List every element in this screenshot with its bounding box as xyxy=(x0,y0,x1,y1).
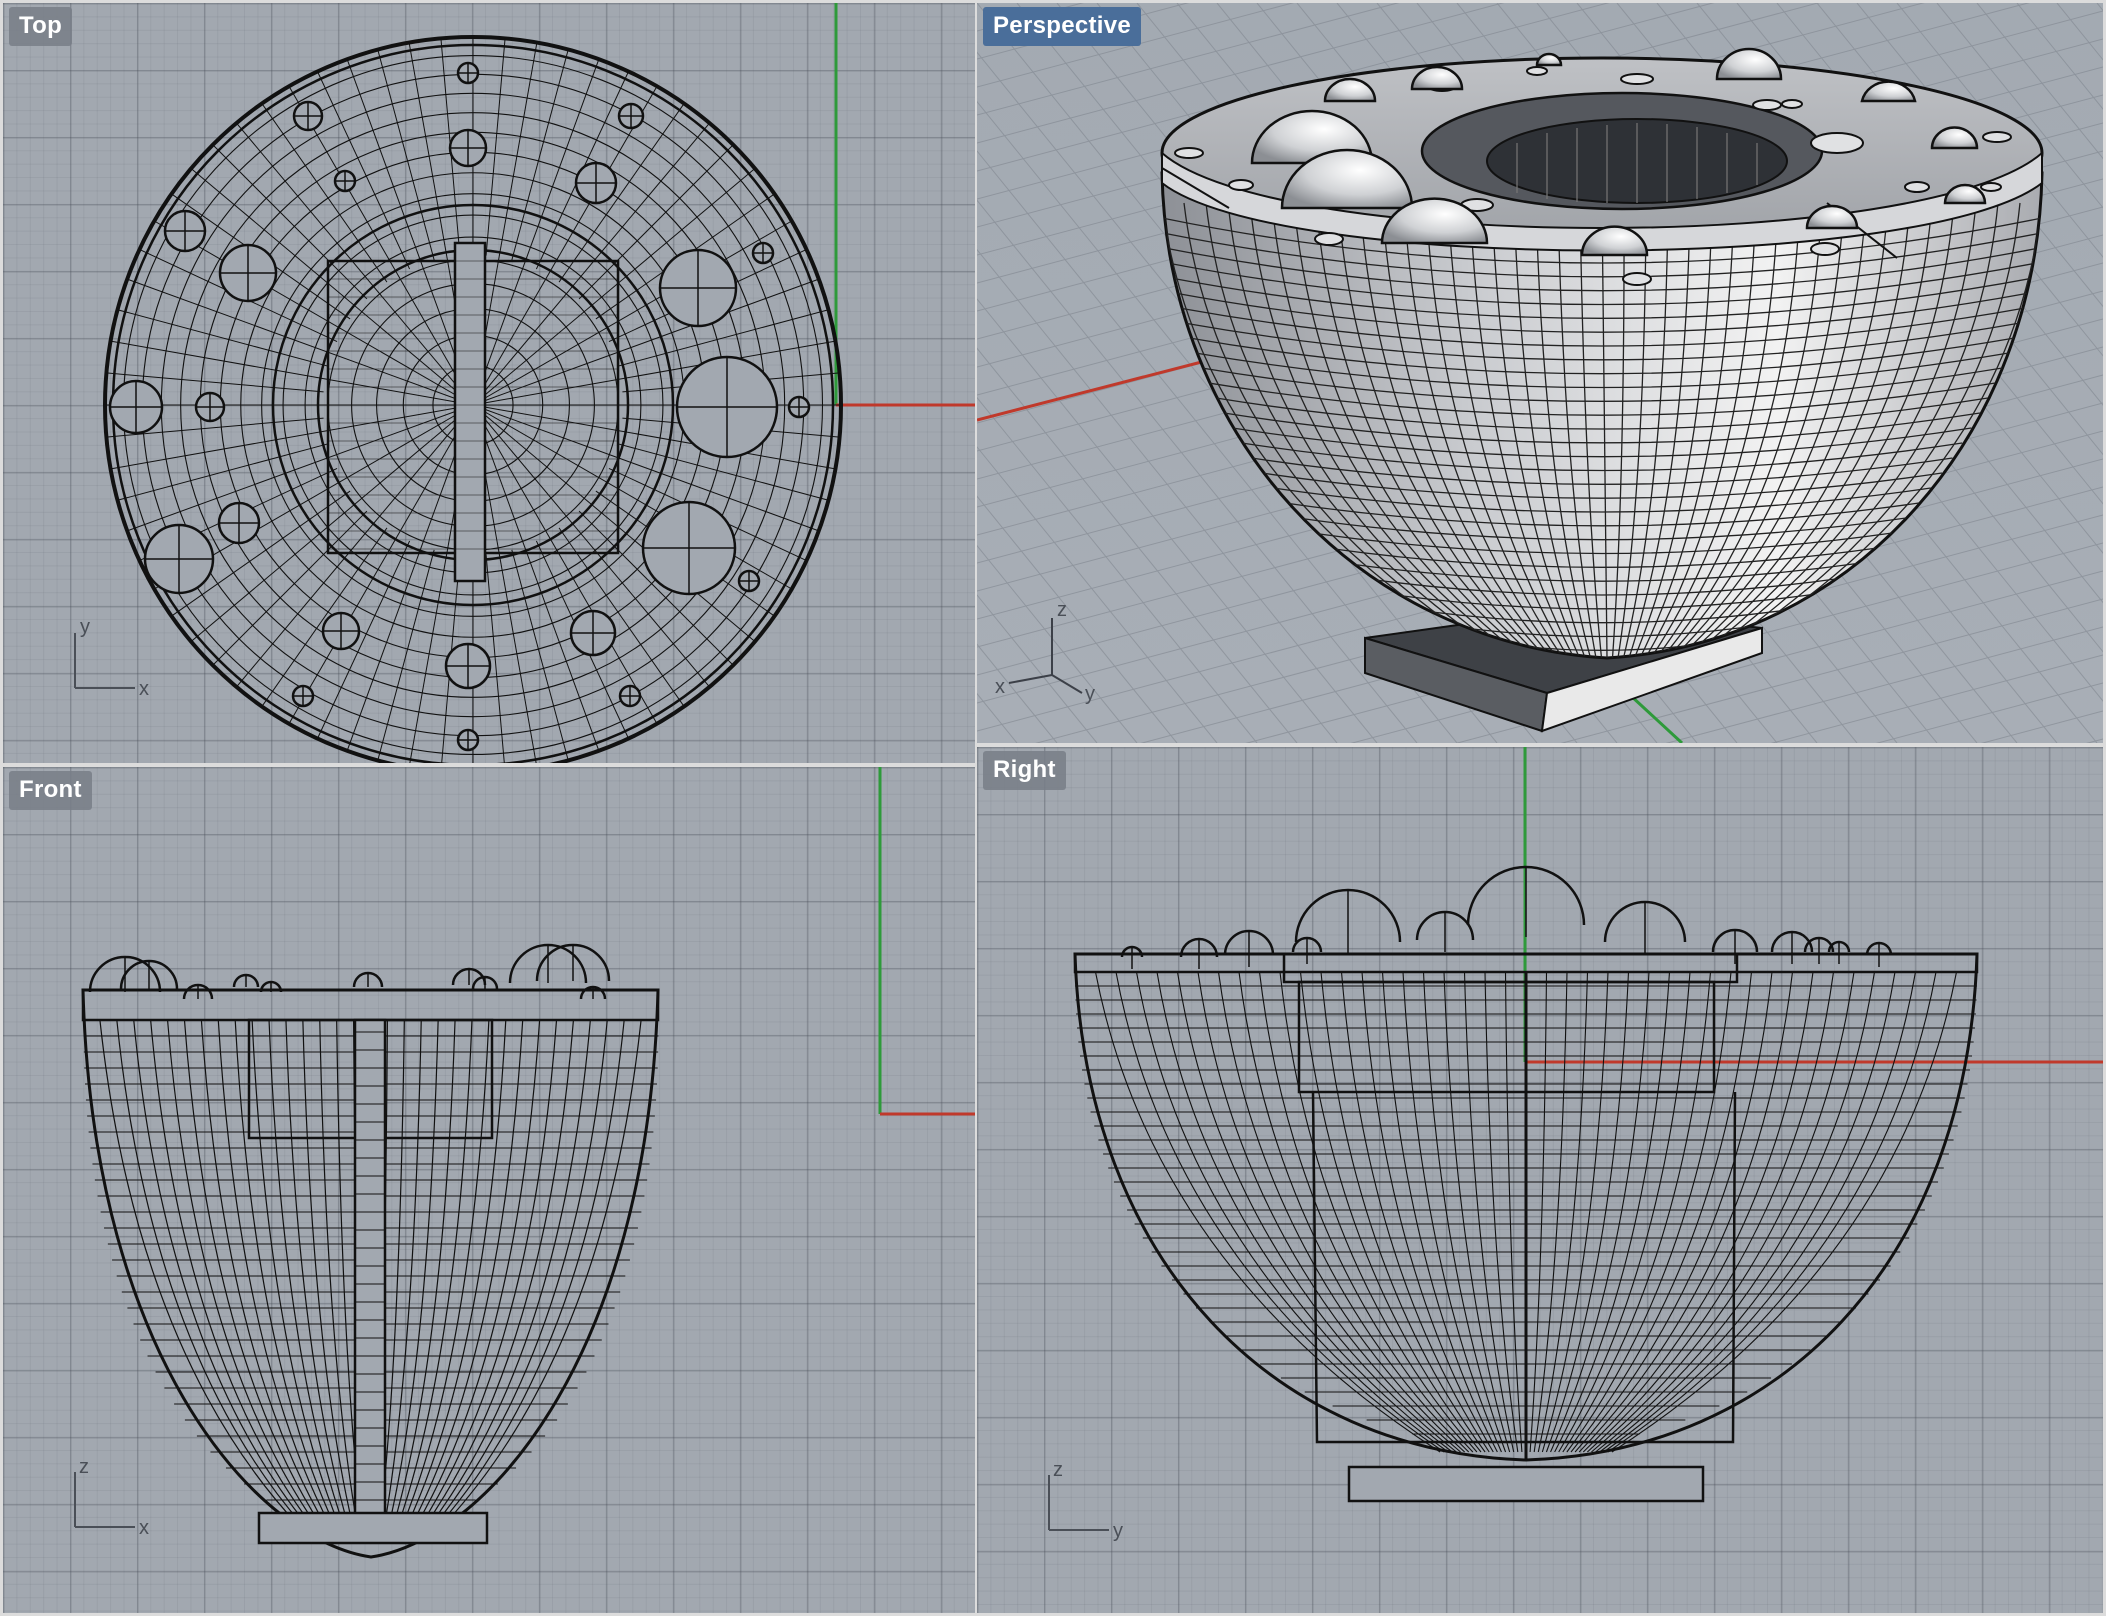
viewport-label-top[interactable]: Top xyxy=(9,7,73,46)
viewport-right[interactable]: y z Right xyxy=(977,747,2103,1613)
viewport-label-perspective[interactable]: Perspective xyxy=(983,7,1142,46)
front-wireframe xyxy=(81,943,660,1559)
viewport-front[interactable]: x z Front xyxy=(3,767,975,1613)
viewport-top[interactable]: x y Top xyxy=(3,3,975,763)
right-view-canvas[interactable]: y z xyxy=(977,747,2103,1613)
right-axis-label-h: y xyxy=(1113,1520,1123,1542)
viewport-label-right[interactable]: Right xyxy=(983,751,1066,790)
front-view-canvas[interactable]: x z xyxy=(3,767,975,1613)
front-axis-indicator xyxy=(74,1472,135,1528)
top-view-canvas[interactable]: x y xyxy=(3,3,975,763)
right-axis-indicator xyxy=(1048,1475,1109,1531)
persp-axis-label-x: x xyxy=(995,676,1005,698)
persp-world-x-axis xyxy=(977,356,1218,422)
top-wireframe xyxy=(103,35,843,763)
viewport-label-front[interactable]: Front xyxy=(9,771,92,810)
front-axis-label-h: x xyxy=(139,1517,149,1539)
persp-axis-label-z: z xyxy=(1057,599,1067,621)
viewport-perspective[interactable]: z y x Perspective xyxy=(977,3,2103,743)
front-axis-label-v: z xyxy=(79,1456,89,1478)
right-axis-label-v: z xyxy=(1053,1459,1063,1481)
persp-axis-label-y: y xyxy=(1085,683,1095,705)
top-axis-label-v: y xyxy=(80,616,90,638)
rhino-four-viewport-layout: x y Top z y x Perspective x z Front y z … xyxy=(0,0,2106,1616)
top-axis-label-h: x xyxy=(139,678,149,700)
top-axis-indicator xyxy=(74,633,135,689)
perspective-view-canvas[interactable]: z y x xyxy=(977,3,2103,743)
